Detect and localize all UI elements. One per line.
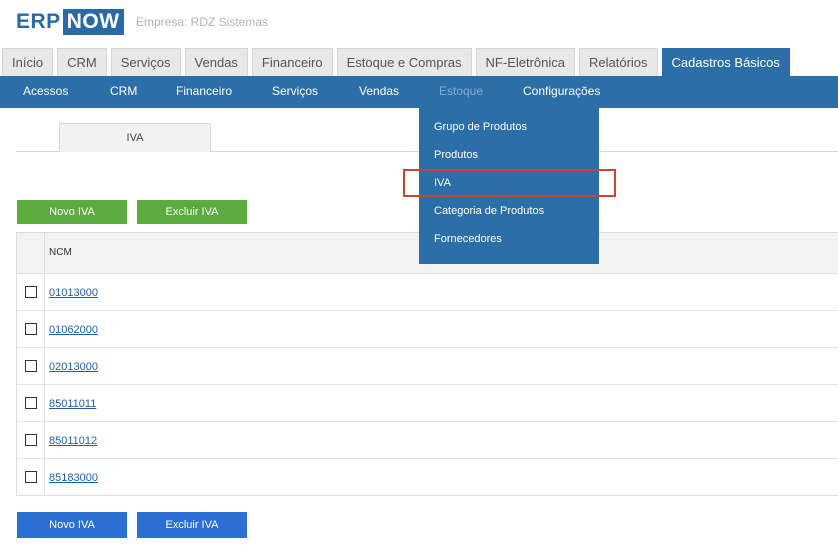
table-row: 02013000 — [17, 348, 838, 385]
subnav-servicos[interactable]: Serviços — [272, 76, 318, 108]
row-checkbox[interactable] — [25, 397, 37, 409]
subnav-vendas[interactable]: Vendas — [359, 76, 399, 108]
delete-iva-button[interactable]: Excluir IVA — [137, 200, 247, 224]
tab-vendas[interactable]: Vendas — [184, 48, 248, 76]
logo-text-erp: ERP — [16, 10, 61, 33]
new-iva-button[interactable]: Novo IVA — [17, 200, 127, 224]
row-checkbox[interactable] — [25, 286, 37, 298]
column-divider — [44, 311, 45, 347]
ncm-link[interactable]: 01013000 — [49, 287, 98, 299]
tab-iva[interactable]: IVA — [59, 123, 211, 152]
column-divider — [44, 274, 45, 310]
ncm-link[interactable]: 01062000 — [49, 324, 98, 336]
column-divider — [44, 233, 45, 273]
subnav-financeiro[interactable]: Financeiro — [176, 76, 232, 108]
tab-cadastros-basicos[interactable]: Cadastros Básicos — [661, 48, 790, 76]
tab-crm[interactable]: CRM — [57, 48, 107, 76]
tab-estoque-e-compras[interactable]: Estoque e Compras — [336, 48, 472, 76]
row-checkbox[interactable] — [25, 471, 37, 483]
table-row: 01062000 — [17, 311, 838, 348]
table-row: 01013000 — [17, 274, 838, 311]
menu-item-grupo-de-produtos[interactable]: Grupo de Produtos — [434, 121, 527, 133]
column-header-ncm[interactable]: NCM — [49, 247, 72, 258]
app-logo[interactable]: ERP NOW — [16, 9, 124, 35]
ncm-link[interactable]: 85183000 — [49, 472, 98, 484]
sub-navigation: Acessos CRM Financeiro Serviços Vendas E… — [0, 76, 838, 108]
table-row: 85011011 — [17, 385, 838, 422]
tab-servicos[interactable]: Serviços — [110, 48, 181, 76]
column-divider — [44, 459, 45, 496]
menu-item-produtos[interactable]: Produtos — [434, 149, 478, 161]
tab-financeiro[interactable]: Financeiro — [251, 48, 333, 76]
main-tabs: Início CRM Serviços Vendas Financeiro Es… — [2, 48, 794, 76]
menu-item-fornecedores[interactable]: Fornecedores — [434, 233, 502, 245]
ncm-link[interactable]: 85011011 — [49, 398, 96, 410]
subnav-estoque[interactable]: Estoque — [439, 76, 483, 108]
table-row: 85011012 — [17, 422, 838, 459]
iva-table: NCM 01013000 01062000 02013000 85011011 … — [16, 232, 838, 496]
tab-nf-eletronica[interactable]: NF-Eletrônica — [475, 48, 575, 76]
delete-iva-button-bottom[interactable]: Excluir IVA — [137, 512, 247, 538]
ncm-link[interactable]: 02013000 — [49, 361, 98, 373]
table-row: 85183000 — [17, 459, 838, 496]
column-divider — [44, 422, 45, 458]
subnav-acessos[interactable]: Acessos — [23, 76, 68, 108]
ncm-link[interactable]: 85011012 — [49, 435, 97, 447]
row-checkbox[interactable] — [25, 434, 37, 446]
company-name: Empresa: RDZ Sistemas — [136, 15, 269, 29]
row-checkbox[interactable] — [25, 323, 37, 335]
subnav-crm[interactable]: CRM — [110, 76, 137, 108]
logo-text-now: NOW — [62, 9, 124, 35]
tab-inicio[interactable]: Início — [2, 48, 54, 76]
subnav-configuracoes[interactable]: Configurações — [523, 76, 600, 108]
iva-highlight-box — [403, 169, 616, 197]
new-iva-button-bottom[interactable]: Novo IVA — [17, 512, 127, 538]
menu-item-categoria-de-produtos[interactable]: Categoria de Produtos — [434, 205, 544, 217]
column-divider — [44, 385, 45, 421]
column-divider — [44, 348, 45, 384]
tab-relatorios[interactable]: Relatórios — [579, 48, 658, 76]
row-checkbox[interactable] — [25, 360, 37, 372]
